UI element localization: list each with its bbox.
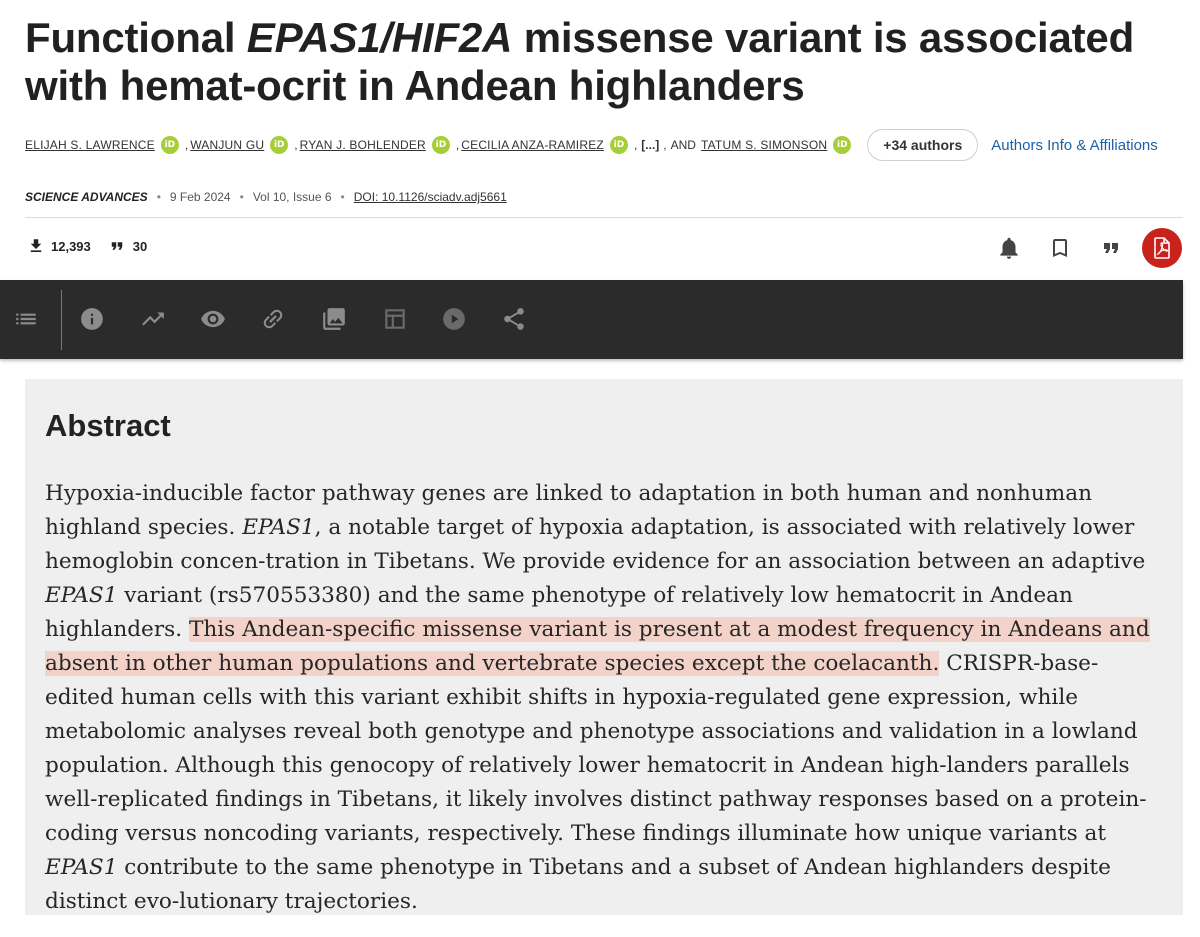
gene-name: EPAS1 — [45, 855, 118, 880]
author-link[interactable]: Cecilia Anza-Ramirez — [461, 138, 604, 152]
info-icon[interactable] — [79, 306, 105, 332]
abstract-text: Hypoxia-inducible factor pathway genes a… — [45, 477, 1157, 919]
expand-authors[interactable]: [...] — [641, 138, 659, 152]
article-toolbar — [0, 280, 1183, 359]
abstract-sentence: contribute to the same phenotype in Tibe… — [45, 855, 1111, 914]
journal-name[interactable]: Science Advances — [25, 190, 148, 204]
orcid-icon[interactable]: iD — [270, 136, 289, 154]
toolbar-divider — [61, 290, 62, 350]
bookmark-icon[interactable] — [1040, 228, 1080, 268]
download-count: 12,393 — [51, 238, 91, 254]
author-link[interactable]: Elijah S. Lawrence — [25, 138, 155, 152]
bell-icon[interactable] — [989, 228, 1029, 268]
volume-issue[interactable]: Vol 10, Issue 6 — [253, 190, 332, 204]
view-icon[interactable] — [200, 306, 226, 332]
download-icon — [27, 237, 45, 255]
pdf-icon[interactable] — [1142, 228, 1182, 268]
title-gene: EPAS1/HIF2A — [246, 14, 513, 61]
orcid-icon[interactable]: iD — [609, 136, 628, 154]
media-icon[interactable] — [441, 306, 467, 332]
doi-link[interactable]: DOI: 10.1126/sciadv.adj5661 — [354, 190, 507, 204]
and-label: and — [670, 138, 696, 152]
divider — [25, 217, 1183, 218]
citation-count: 30 — [132, 238, 148, 254]
link-icon[interactable] — [260, 306, 286, 332]
abstract-heading: Abstract — [45, 408, 171, 443]
article-actions — [978, 228, 1182, 268]
gene-name: EPAS1 — [242, 515, 315, 540]
title-part1: Functional — [25, 14, 247, 61]
metrics-icon[interactable] — [140, 306, 166, 332]
article-stats: 12,393 30 — [27, 237, 163, 255]
article-title: Functional EPAS1/HIF2A missense variant … — [25, 14, 1190, 110]
orcid-icon[interactable]: iD — [431, 136, 450, 154]
author-link[interactable]: Tatum S. Simonson — [701, 138, 827, 152]
authors-affiliations-link[interactable]: Authors Info & Affiliations — [991, 137, 1158, 154]
more-authors-button[interactable]: +34 authors — [867, 129, 979, 161]
quote-icon[interactable] — [1091, 228, 1131, 268]
author-link[interactable]: Wanjun Gu — [190, 138, 264, 152]
gene-name: EPAS1 — [45, 583, 118, 608]
publication-date: 9 Feb 2024 — [169, 190, 231, 204]
citation-icon — [107, 237, 127, 255]
tables-icon[interactable] — [382, 306, 408, 332]
orcid-icon[interactable]: iD — [160, 136, 179, 154]
figures-icon[interactable] — [321, 306, 347, 332]
abstract-sentence: CRISPR-base-edited human cells with this… — [45, 651, 1147, 846]
orcid-icon[interactable]: iD — [833, 136, 852, 154]
publication-meta: Science Advances • 9 Feb 2024 • Vol 10, … — [25, 190, 507, 204]
author-link[interactable]: Ryan J. Bohlender — [300, 138, 426, 152]
abstract-section: Abstract Hypoxia-inducible factor pathwa… — [25, 379, 1183, 915]
author-list: Elijah S. Lawrence iD, Wanjun Gu iD, Rya… — [25, 128, 1158, 162]
share-icon[interactable] — [501, 306, 527, 332]
contents-icon[interactable] — [13, 306, 39, 332]
